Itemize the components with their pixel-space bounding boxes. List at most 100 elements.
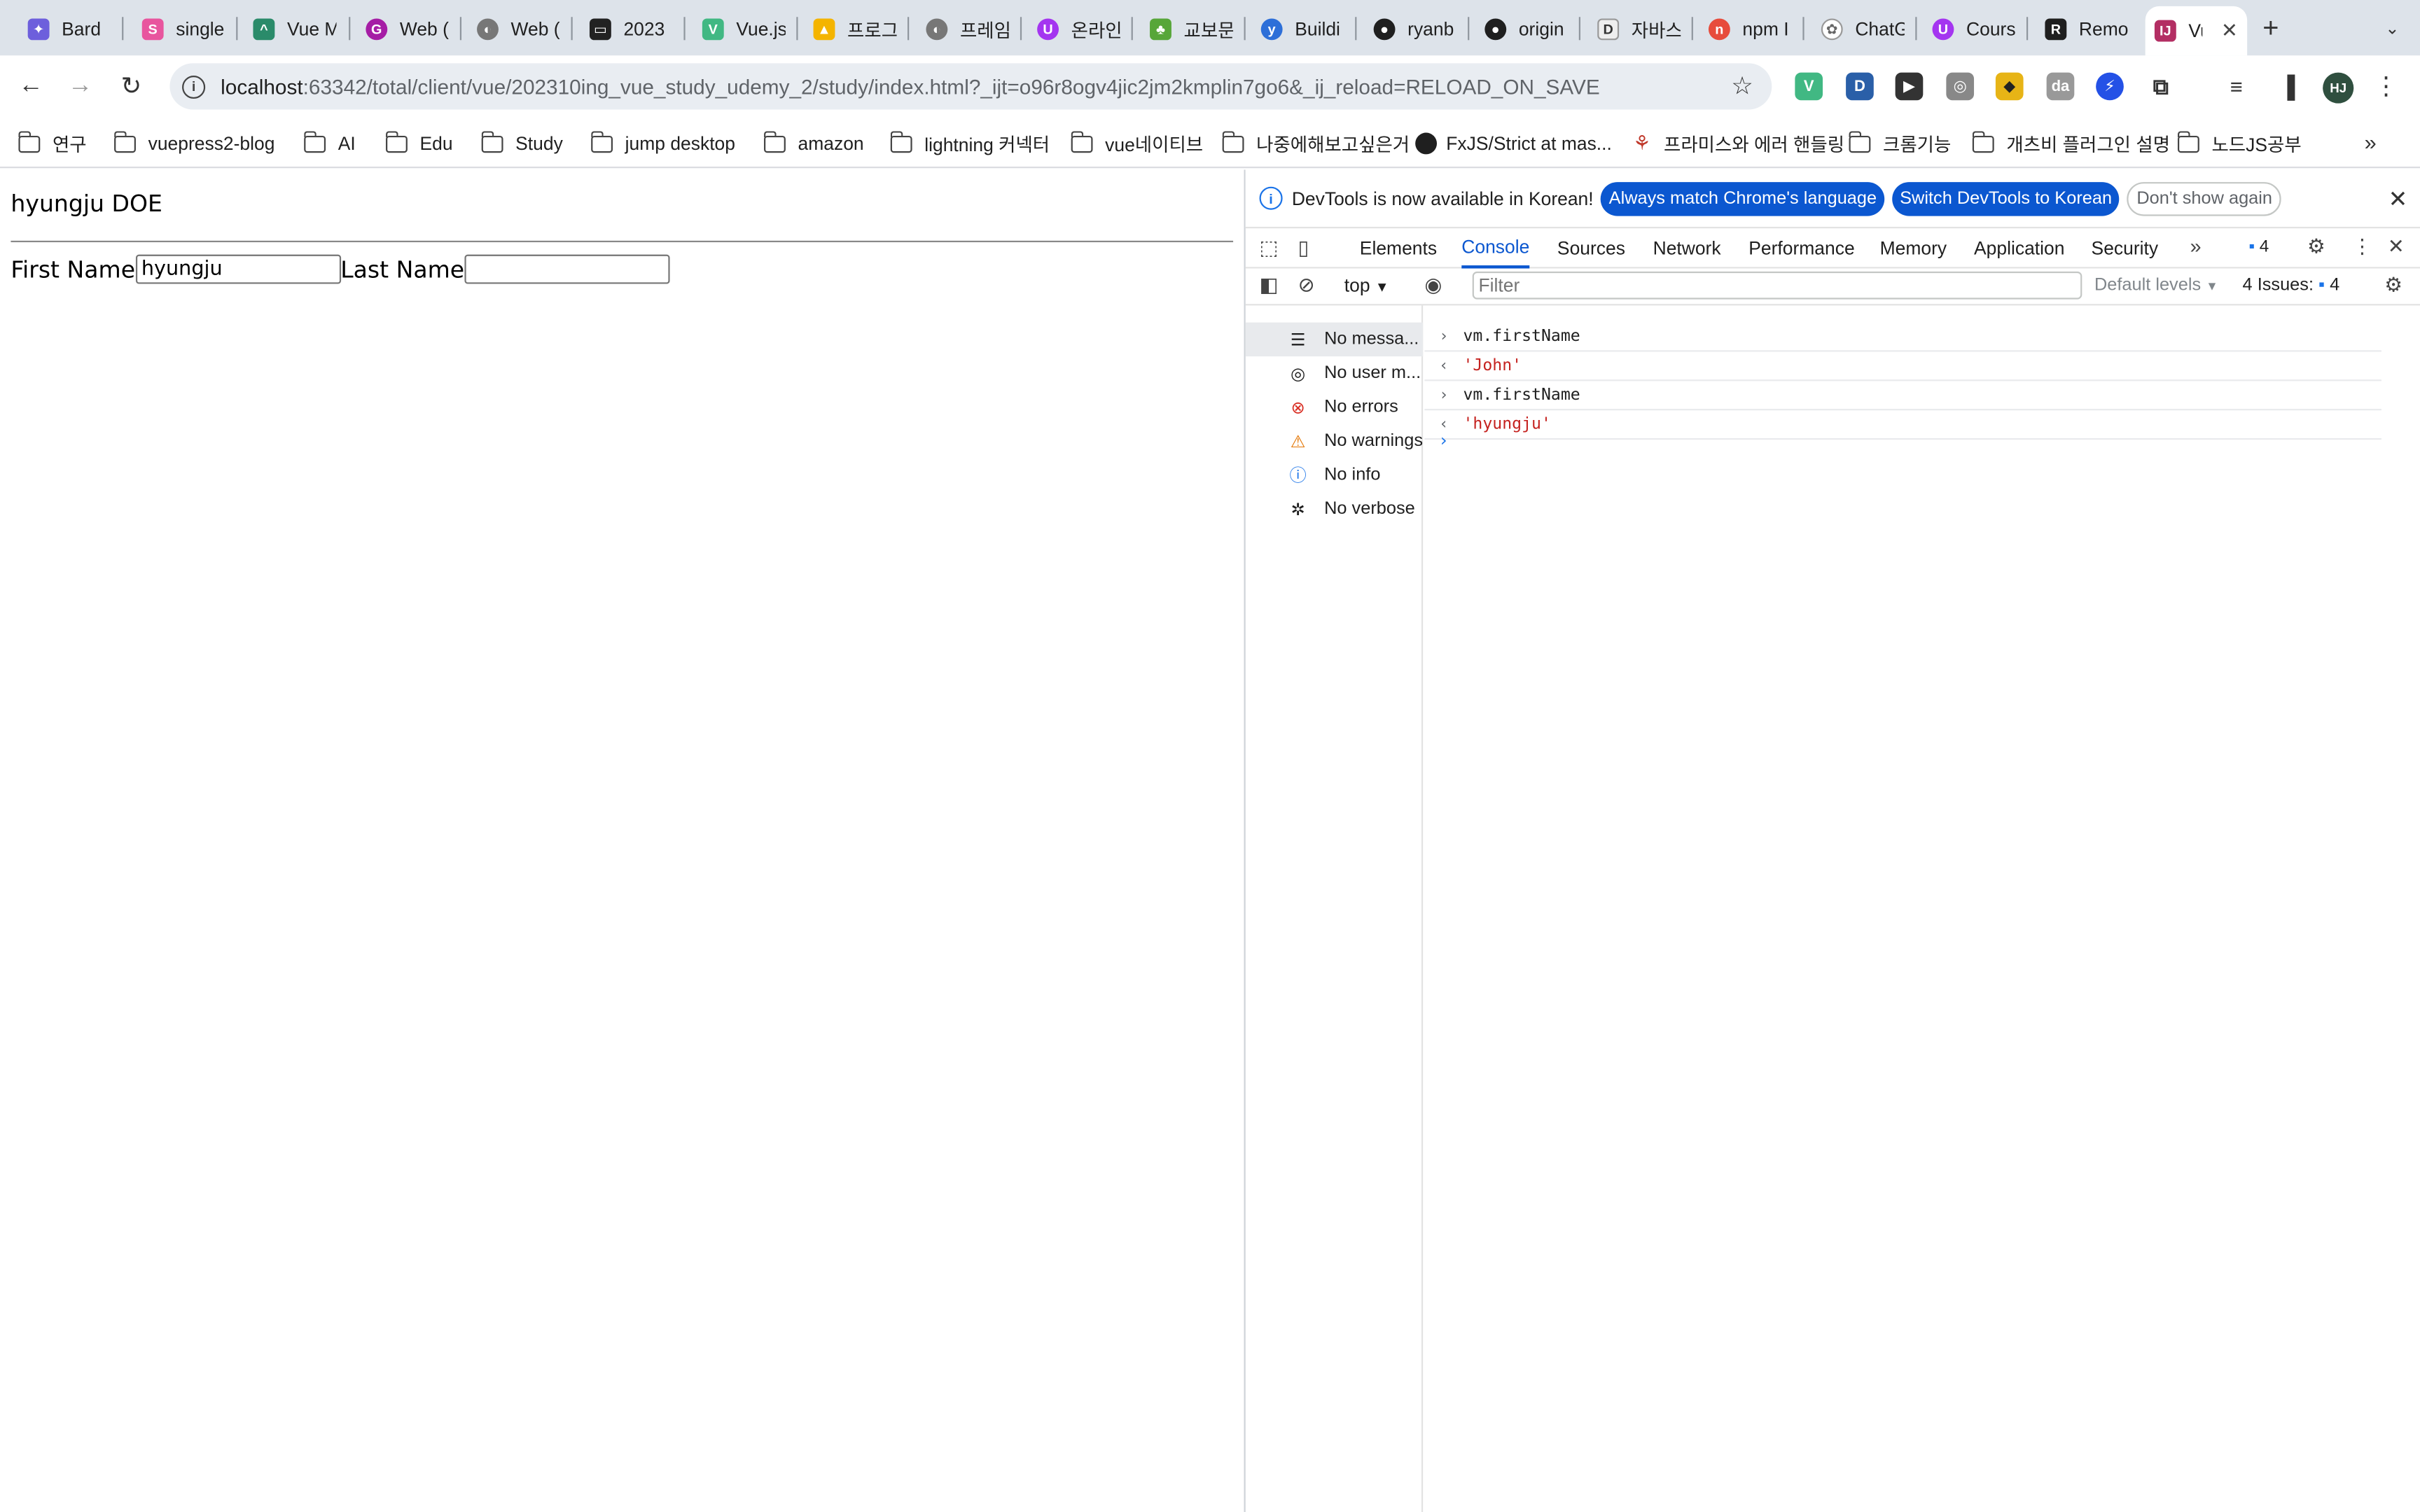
sidebar-item-messages[interactable]: ☰ No messa... <box>1245 322 1424 357</box>
last-name-input[interactable] <box>464 254 670 284</box>
settings-gear-icon[interactable]: ⚙ <box>2307 234 2325 259</box>
clear-console-icon[interactable]: ⊘ <box>1298 273 1315 298</box>
bolt-extension-icon[interactable]: ⚡ <box>2096 72 2124 101</box>
media-controls-icon[interactable]: ≡ <box>2222 72 2251 101</box>
bookmark-folder[interactable]: 나중에해보고싶은거 <box>1221 130 1410 158</box>
tab-online[interactable]: U 온라인 <box>1028 9 1129 49</box>
close-devtools-icon[interactable]: ✕ <box>2388 234 2405 259</box>
tab-memory[interactable]: Memory <box>1880 228 1947 268</box>
tab-elements[interactable]: Elements <box>1360 228 1437 268</box>
bookmark-folder[interactable]: Edu <box>385 130 453 158</box>
match-language-button[interactable]: Always match Chrome's language <box>1601 181 1885 216</box>
tab-application[interactable]: Application <box>1974 228 2064 268</box>
tab-console[interactable]: Console <box>1461 228 1530 269</box>
binance-extension-icon[interactable]: ◆ <box>1995 72 2024 101</box>
bookmark-folder[interactable]: jump desktop <box>590 130 735 158</box>
tab-vue-active[interactable]: IJVu✕ <box>2145 6 2248 56</box>
tab-security[interactable]: Security <box>2092 228 2159 268</box>
tab-chatgpt[interactable]: ✿ ChatG <box>1812 9 1914 49</box>
more-bookmarks-chevron-icon[interactable]: » <box>2365 130 2377 154</box>
bookmark-folder[interactable]: Study <box>480 130 563 158</box>
tab-kyobo[interactable]: ♣ 교보문 <box>1141 9 1242 49</box>
puzzle-extensions-icon[interactable]: ⧉ <box>2146 72 2175 101</box>
sidebar-item-user-messages[interactable]: ◎ No user m... <box>1246 356 1423 390</box>
tab-web-2[interactable]: ◐ Web ( <box>468 9 569 49</box>
desk-extension-icon[interactable]: D <box>1846 72 1874 101</box>
inspect-element-icon[interactable]: ⬚ <box>1260 236 1279 260</box>
profile-avatar[interactable]: HJ <box>2323 72 2354 104</box>
tab-courses[interactable]: U Cours <box>1923 9 2024 49</box>
more-tabs-chevron-icon[interactable]: » <box>2190 234 2202 258</box>
back-arrow-icon[interactable]: ← <box>15 71 46 102</box>
live-expression-eye-icon[interactable]: ◉ <box>1424 273 1442 298</box>
bookmark-folder[interactable]: vuepress2-blog <box>113 130 274 158</box>
tab-vue-mastery[interactable]: ^ Vue M <box>244 9 345 49</box>
tab-2023[interactable]: ▭ 2023 <box>580 9 682 49</box>
issues-badge[interactable]: ▪ 4 <box>2248 237 2269 255</box>
switch-to-korean-button[interactable]: Switch DevTools to Korean <box>1892 181 2120 216</box>
player-extension-icon[interactable]: ▶ <box>1895 72 1924 101</box>
console-settings-gear-icon[interactable]: ⚙ <box>2384 273 2402 298</box>
tab-single[interactable]: Ssingle <box>133 9 235 49</box>
device-toolbar-icon[interactable]: ▯ <box>1298 236 1309 260</box>
devtools-menu-icon[interactable]: ⋮ <box>2352 234 2372 259</box>
tab-network[interactable]: Network <box>1653 228 1721 268</box>
close-infobar-icon[interactable]: ✕ <box>2388 185 2408 213</box>
site-info-icon[interactable]: i <box>182 74 206 98</box>
tab-javascript[interactable]: D 자바스 <box>1588 9 1690 49</box>
tab-remote[interactable]: R Remo <box>2036 9 2137 49</box>
console-prompt-icon[interactable]: › <box>1438 430 1449 451</box>
context-selector[interactable]: top ▼ <box>1344 274 1389 296</box>
sidebar-item-warnings[interactable]: ⚠ No warnings <box>1246 424 1423 458</box>
globe-icon: ◐ <box>477 18 499 41</box>
bookmark-star-icon[interactable]: ☆ <box>1731 71 1753 102</box>
tab-web-1[interactable]: G Web ( <box>356 9 458 49</box>
tab-performance[interactable]: Performance <box>1748 228 1854 268</box>
dont-show-again-button[interactable]: Don't show again <box>2127 181 2282 216</box>
tab-sources[interactable]: Sources <box>1557 228 1625 268</box>
filter-input[interactable] <box>1472 271 2082 300</box>
log-levels-dropdown[interactable]: Default levels ▼ <box>2094 276 2218 295</box>
tab-bard[interactable]: ✦ Bard <box>18 9 120 49</box>
console-result-line[interactable]: ‹ 'John' <box>1424 352 2381 382</box>
vue-devtools-extension-icon[interactable]: V <box>1795 72 1823 101</box>
bookmark-folder[interactable]: 노드JS공부 <box>2177 130 2302 158</box>
issues-count[interactable]: 4 Issues: ▪ 4 <box>2243 276 2340 295</box>
tab-npm[interactable]: n npm I <box>1699 9 1801 49</box>
bookmark-folder[interactable]: 연구 <box>18 130 87 158</box>
sidebar-item-errors[interactable]: ⊗ No errors <box>1246 391 1423 424</box>
bookmark-folder[interactable]: lightning 커넥터 <box>889 130 1050 158</box>
camera-extension-icon[interactable]: ◎ <box>1946 72 1975 101</box>
forward-arrow-icon[interactable]: → <box>65 71 96 102</box>
bookmark-folder[interactable]: 개츠비 플러그인 설명 <box>1971 130 2170 158</box>
bookmark-folder[interactable]: vue네이티브 <box>1070 130 1203 158</box>
tab-search-chevron-icon[interactable]: ⌄ <box>2377 13 2407 43</box>
first-name-input[interactable] <box>135 254 341 284</box>
console-input-line[interactable]: › vm.firstName <box>1424 381 2381 411</box>
url-text[interactable]: localhost:63342/total/client/vue/202310i… <box>221 75 1600 98</box>
tab-ryanb[interactable]: ● ryanb <box>1364 9 1466 49</box>
bookmark-folder[interactable]: 크롬기능 <box>1848 130 1951 158</box>
reload-icon[interactable]: ↻ <box>116 71 146 102</box>
sidebar-item-verbose[interactable]: ✲ No verbose <box>1246 492 1423 526</box>
bookmark-folder[interactable]: AI <box>303 130 356 158</box>
address-bar[interactable]: i localhost:63342/total/client/vue/20231… <box>169 63 1772 110</box>
show-sidebar-icon[interactable]: ◧ <box>1260 273 1279 298</box>
daum-extension-icon[interactable]: da <box>2046 72 2075 101</box>
sidebar-item-info[interactable]: ⓘ No info <box>1246 458 1423 492</box>
close-tab-icon[interactable]: ✕ <box>2221 18 2238 43</box>
tab-vuejs[interactable]: V Vue.js <box>693 9 795 49</box>
console-output[interactable]: › vm.firstName ‹ 'John' › vm.firstName ‹'hy… <box>1424 305 2420 1512</box>
new-tab-button[interactable]: + <box>2262 13 2279 45</box>
bookmark-folder[interactable]: amazon <box>763 130 864 158</box>
side-panel-icon[interactable]: ▐ <box>2273 72 2302 101</box>
tab-origin[interactable]: ● origin <box>1475 9 1577 49</box>
console-result-line[interactable]: ‹'hyungju' <box>1424 410 2381 440</box>
bookmark-link[interactable]: ⚘ 프라미스와 에러 핸들링 <box>1633 130 1844 158</box>
console-input-line[interactable]: › vm.firstName <box>1424 323 2381 352</box>
tab-framework[interactable]: ◐ 프레임 <box>917 9 1018 49</box>
tab-building[interactable]: y Buildi <box>1252 9 1354 49</box>
tab-program[interactable]: ▲ 프로그 <box>804 9 905 49</box>
bookmark-github-link[interactable]: FxJS/Strict at mas... <box>1415 130 1612 158</box>
browser-menu-icon[interactable]: ⋮ <box>2374 71 2398 102</box>
